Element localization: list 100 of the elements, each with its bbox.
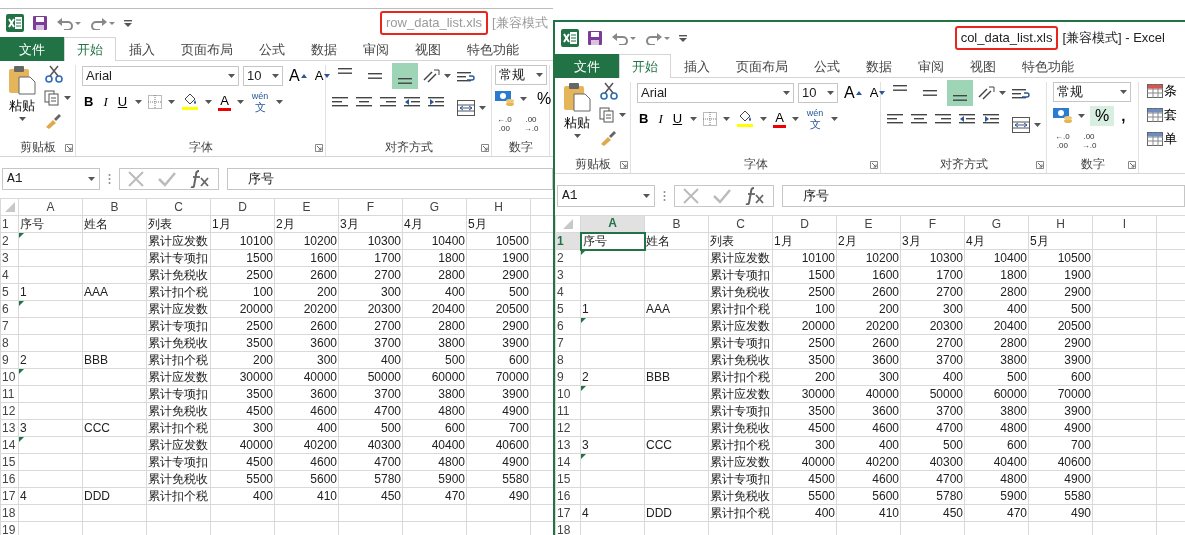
- format-painter-icon[interactable]: [599, 130, 617, 146]
- column-header[interactable]: H: [466, 198, 531, 216]
- save-icon[interactable]: [32, 15, 48, 31]
- formula-field[interactable]: 序号: [782, 185, 1185, 207]
- font-size-dropdown[interactable]: 10: [243, 66, 283, 86]
- conditional-format-button[interactable]: 条: [1145, 82, 1179, 100]
- caret-icon[interactable]: [64, 96, 71, 100]
- font-color-button[interactable]: A: [218, 93, 231, 111]
- dialog-launcher-icon[interactable]: [315, 144, 323, 152]
- check-icon[interactable]: [713, 188, 731, 204]
- dialog-launcher-icon[interactable]: [481, 144, 489, 152]
- caret-icon[interactable]: [1034, 123, 1041, 127]
- comma-button[interactable]: ,: [1119, 107, 1128, 125]
- paste-button[interactable]: 粘贴: [6, 65, 38, 138]
- caret-icon[interactable]: [827, 91, 834, 95]
- format-painter-icon[interactable]: [44, 113, 62, 129]
- italic-button[interactable]: I: [101, 93, 110, 111]
- font-name-dropdown[interactable]: Arial: [637, 83, 794, 103]
- column-header[interactable]: B: [82, 198, 147, 216]
- undo-icon[interactable]: [611, 31, 637, 45]
- currency-icon[interactable]: [495, 90, 515, 108]
- shrink-font-button[interactable]: A: [867, 84, 888, 102]
- file-tab[interactable]: 文件: [0, 37, 64, 61]
- ribbon-tab[interactable]: 公式: [801, 54, 853, 78]
- ribbon-tab[interactable]: 插入: [116, 37, 168, 61]
- caret-icon[interactable]: [690, 117, 698, 121]
- name-box[interactable]: A1: [2, 168, 100, 190]
- grow-font-button[interactable]: A: [842, 84, 864, 102]
- font-size-dropdown[interactable]: 10: [798, 83, 838, 103]
- ribbon-tab[interactable]: 特色功能: [1009, 54, 1087, 78]
- caret-icon[interactable]: [643, 194, 650, 198]
- phonetic-button[interactable]: wén 文: [804, 108, 826, 130]
- redo-icon[interactable]: [645, 31, 671, 45]
- borders-icon[interactable]: [148, 95, 163, 109]
- increase-decimal-button[interactable]: ←.0 .00: [1053, 132, 1072, 150]
- caret-icon[interactable]: [135, 100, 143, 104]
- ribbon-tab[interactable]: 插入: [671, 54, 723, 78]
- scissors-icon[interactable]: [44, 65, 64, 83]
- ribbon-tab[interactable]: 数据: [853, 54, 905, 78]
- caret-icon[interactable]: [999, 91, 1006, 95]
- function-icon[interactable]: [745, 187, 765, 205]
- column-header[interactable]: D: [772, 215, 837, 233]
- customize-toolbar-icon[interactable]: [679, 33, 687, 43]
- table-format-button[interactable]: 套: [1145, 106, 1179, 124]
- dialog-launcher-icon[interactable]: [870, 161, 878, 169]
- formula-field[interactable]: 序号: [227, 168, 553, 190]
- decrease-decimal-button[interactable]: .00 →.0: [1079, 132, 1099, 150]
- redo-icon[interactable]: [90, 16, 116, 30]
- check-icon[interactable]: [158, 171, 176, 187]
- ribbon-tab[interactable]: 视图: [402, 37, 454, 61]
- caret-icon[interactable]: [760, 117, 768, 121]
- ribbon-tab[interactable]: 特色功能: [454, 37, 532, 61]
- copy-icon[interactable]: [44, 90, 60, 106]
- italic-button[interactable]: I: [656, 110, 665, 128]
- function-icon[interactable]: [190, 170, 210, 188]
- increase-decimal-button[interactable]: ←.0 .00: [495, 115, 514, 133]
- caret-icon[interactable]: [831, 117, 839, 121]
- column-header[interactable]: G: [402, 198, 467, 216]
- caret-icon[interactable]: [228, 74, 235, 78]
- spreadsheet-app-icon[interactable]: [6, 14, 24, 32]
- undo-icon[interactable]: [56, 16, 82, 30]
- shrink-font-button[interactable]: A: [312, 67, 333, 85]
- file-tab[interactable]: 文件: [555, 54, 619, 78]
- drag-handle-icon[interactable]: [663, 190, 666, 202]
- merge-cells-icon[interactable]: [1012, 117, 1030, 133]
- percent-button[interactable]: %: [1090, 106, 1115, 126]
- caret-icon[interactable]: [783, 91, 790, 95]
- column-header[interactable]: H: [1028, 215, 1093, 233]
- fill-color-icon[interactable]: [181, 93, 200, 111]
- column-header[interactable]: A: [580, 215, 645, 233]
- fill-color-icon[interactable]: [736, 110, 755, 128]
- caret-icon[interactable]: [444, 74, 451, 78]
- column-header[interactable]: E: [836, 215, 901, 233]
- grow-font-button[interactable]: A: [287, 67, 309, 85]
- ribbon-tab[interactable]: 开始: [64, 37, 116, 61]
- column-header[interactable]: D: [210, 198, 275, 216]
- currency-icon[interactable]: [1053, 107, 1073, 125]
- column-header[interactable]: B: [644, 215, 709, 233]
- dialog-launcher-icon[interactable]: [1036, 161, 1044, 169]
- cell-style-button[interactable]: 单: [1145, 130, 1179, 148]
- text-angle-icon[interactable]: [977, 85, 995, 101]
- font-color-button[interactable]: A: [773, 110, 786, 128]
- caret-icon[interactable]: [723, 117, 731, 121]
- column-header[interactable]: C: [708, 215, 773, 233]
- caret-icon[interactable]: [205, 100, 213, 104]
- number-format-dropdown[interactable]: 常规: [495, 65, 547, 85]
- ribbon-tab[interactable]: 公式: [246, 37, 298, 61]
- paste-button[interactable]: 粘贴: [561, 82, 593, 155]
- align-button[interactable]: [947, 80, 973, 106]
- ribbon-tab[interactable]: 页面布局: [723, 54, 801, 78]
- caret-icon[interactable]: [18, 117, 26, 121]
- ribbon-tab[interactable]: 数据: [298, 37, 350, 61]
- save-icon[interactable]: [587, 30, 603, 46]
- name-box[interactable]: A1: [557, 185, 655, 207]
- decrease-decimal-button[interactable]: .00 →.0: [521, 115, 541, 133]
- caret-icon[interactable]: [1078, 114, 1085, 118]
- caret-icon[interactable]: [520, 97, 527, 101]
- column-header[interactable]: A: [18, 198, 83, 216]
- dialog-launcher-icon[interactable]: [1128, 161, 1136, 169]
- scissors-icon[interactable]: [599, 82, 619, 100]
